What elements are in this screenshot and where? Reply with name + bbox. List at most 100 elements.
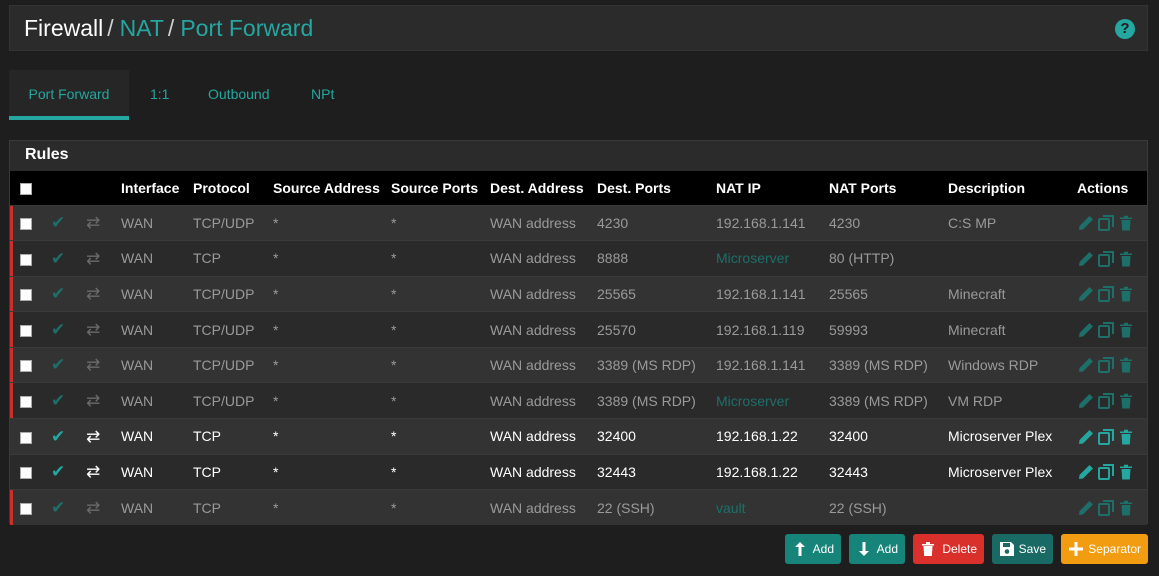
tab-npt[interactable]: NPt — [311, 70, 334, 120]
trash-icon[interactable] — [1117, 250, 1135, 268]
table-row[interactable]: ✔ ⇄ WAN TCP/UDP * * WAN address 4230 192.168.1.1… — [10, 205, 1147, 241]
check-icon[interactable]: ✔ — [51, 427, 65, 446]
row-checkbox[interactable] — [20, 360, 32, 373]
cell-dest-ports: 4230 — [597, 214, 629, 231]
cell-dest-ports: 25570 — [597, 321, 636, 338]
row-checkbox[interactable] — [20, 396, 32, 409]
check-icon[interactable]: ✔ — [51, 463, 65, 481]
trash-icon[interactable] — [1117, 463, 1135, 481]
check-icon[interactable]: ✔ — [51, 285, 65, 303]
cell-dest-ports: 22 (SSH) — [597, 499, 655, 516]
table-row[interactable]: ✔ ⇄ WAN TCP * * WAN address 32443 192.168.1.22 32… — [10, 454, 1147, 490]
tab-port-forward[interactable]: Port Forward — [9, 70, 129, 120]
tab-one-to-one[interactable]: 1:1 — [150, 70, 169, 120]
row-checkbox[interactable] — [20, 253, 32, 266]
row-checkbox[interactable] — [20, 324, 32, 337]
tab-outbound[interactable]: Outbound — [208, 70, 270, 120]
col-source-address: Source Address — [273, 179, 380, 196]
copy-icon[interactable] — [1097, 214, 1115, 232]
copy-icon[interactable] — [1097, 428, 1115, 446]
row-checkbox[interactable] — [20, 503, 32, 516]
shuffle-icon[interactable]: ⇄ — [86, 213, 100, 232]
cell-interface: WAN — [121, 250, 154, 267]
add-top-button[interactable]: Add — [785, 534, 841, 564]
table-row[interactable]: ✔ ⇄ WAN TCP/UDP * * WAN address 3389 (MS RDP) 19… — [10, 347, 1147, 383]
cell-nat-ip: 192.168.1.141 — [716, 357, 806, 374]
cell-protocol: TCP/UDP — [193, 285, 255, 302]
shuffle-icon[interactable]: ⇄ — [86, 285, 100, 303]
cell-interface: WAN — [121, 285, 154, 302]
cell-protocol: TCP — [193, 428, 221, 445]
breadcrumb-nat[interactable]: NAT — [120, 15, 164, 41]
trash-icon[interactable] — [1117, 356, 1135, 374]
pencil-icon[interactable] — [1077, 250, 1095, 268]
breadcrumb-separator: / — [107, 15, 114, 41]
col-protocol: Protocol — [193, 179, 250, 196]
row-actions — [1072, 454, 1147, 490]
cell-description: C:S MP — [948, 214, 997, 231]
check-icon[interactable]: ✔ — [51, 249, 65, 268]
help-icon[interactable]: ? — [1115, 19, 1135, 39]
check-icon[interactable]: ✔ — [51, 213, 65, 232]
shuffle-icon[interactable]: ⇄ — [86, 427, 100, 446]
cell-source-ports: * — [391, 392, 397, 409]
row-checkbox[interactable] — [20, 467, 32, 480]
plus-icon — [1069, 542, 1083, 556]
separator-button[interactable]: Separator — [1061, 534, 1148, 564]
copy-icon[interactable] — [1097, 285, 1115, 303]
pencil-icon[interactable] — [1077, 463, 1095, 481]
row-checkbox[interactable] — [20, 431, 32, 444]
cell-interface: WAN — [121, 392, 154, 409]
check-icon[interactable]: ✔ — [51, 320, 65, 339]
pencil-icon[interactable] — [1077, 214, 1095, 232]
trash-icon[interactable] — [1117, 428, 1135, 446]
pencil-icon[interactable] — [1077, 285, 1095, 303]
breadcrumb-port-forward[interactable]: Port Forward — [180, 15, 313, 41]
shuffle-icon[interactable]: ⇄ — [86, 391, 100, 410]
copy-icon[interactable] — [1097, 250, 1115, 268]
table-row[interactable]: ✔ ⇄ WAN TCP * * WAN address 32400 192.168.1.22 32… — [10, 418, 1147, 455]
copy-icon[interactable] — [1097, 356, 1115, 374]
page-header: Firewall / NAT / Port Forward ? — [9, 5, 1148, 51]
pencil-icon[interactable] — [1077, 321, 1095, 339]
cell-description: Microserver Plex — [948, 428, 1053, 445]
cell-source-address: * — [273, 463, 279, 480]
trash-icon[interactable] — [1117, 285, 1135, 303]
check-icon[interactable]: ✔ — [51, 498, 65, 517]
pencil-icon[interactable] — [1077, 499, 1095, 517]
pencil-icon[interactable] — [1077, 392, 1095, 410]
add-bottom-button[interactable]: Add — [849, 534, 905, 564]
trash-icon[interactable] — [1117, 214, 1135, 232]
copy-icon[interactable] — [1097, 463, 1115, 481]
select-all-checkbox[interactable] — [20, 183, 32, 196]
shuffle-icon[interactable]: ⇄ — [86, 320, 100, 339]
check-icon[interactable]: ✔ — [51, 356, 65, 374]
pencil-icon[interactable] — [1077, 428, 1095, 446]
pencil-icon[interactable] — [1077, 356, 1095, 374]
trash-icon[interactable] — [1117, 321, 1135, 339]
shuffle-icon[interactable]: ⇄ — [86, 356, 100, 374]
copy-icon[interactable] — [1097, 499, 1115, 517]
save-button[interactable]: Save — [992, 534, 1053, 564]
table-row[interactable]: ✔ ⇄ WAN TCP * * WAN address 22 (SSH) vault 22 (SS… — [10, 489, 1147, 526]
copy-icon[interactable] — [1097, 392, 1115, 410]
cell-nat-ports: 80 (HTTP) — [829, 250, 895, 267]
trash-icon[interactable] — [1117, 392, 1135, 410]
table-row[interactable]: ✔ ⇄ WAN TCP * * WAN address 8888 Microserver 80 (… — [10, 240, 1147, 277]
table-row[interactable]: ✔ ⇄ WAN TCP/UDP * * WAN address 25570 192.168.1.… — [10, 311, 1147, 348]
shuffle-icon[interactable]: ⇄ — [86, 498, 100, 517]
row-checkbox[interactable] — [20, 218, 32, 231]
table-row[interactable]: ✔ ⇄ WAN TCP/UDP * * WAN address 3389 (MS RDP) Mi… — [10, 382, 1147, 419]
copy-icon[interactable] — [1097, 321, 1115, 339]
table-row[interactable]: ✔ ⇄ WAN TCP/UDP * * WAN address 25565 192.168.1.… — [10, 276, 1147, 312]
trash-icon[interactable] — [1117, 499, 1135, 517]
cell-dest-ports: 32443 — [597, 463, 636, 480]
shuffle-icon[interactable]: ⇄ — [86, 463, 100, 481]
check-icon[interactable]: ✔ — [51, 391, 65, 410]
cell-protocol: TCP/UDP — [193, 357, 255, 374]
shuffle-icon[interactable]: ⇄ — [86, 249, 100, 268]
delete-button[interactable]: Delete — [913, 534, 984, 564]
row-checkbox[interactable] — [20, 289, 32, 302]
col-dest-address: Dest. Address — [490, 179, 584, 196]
cell-description: Microserver Plex — [948, 463, 1053, 480]
